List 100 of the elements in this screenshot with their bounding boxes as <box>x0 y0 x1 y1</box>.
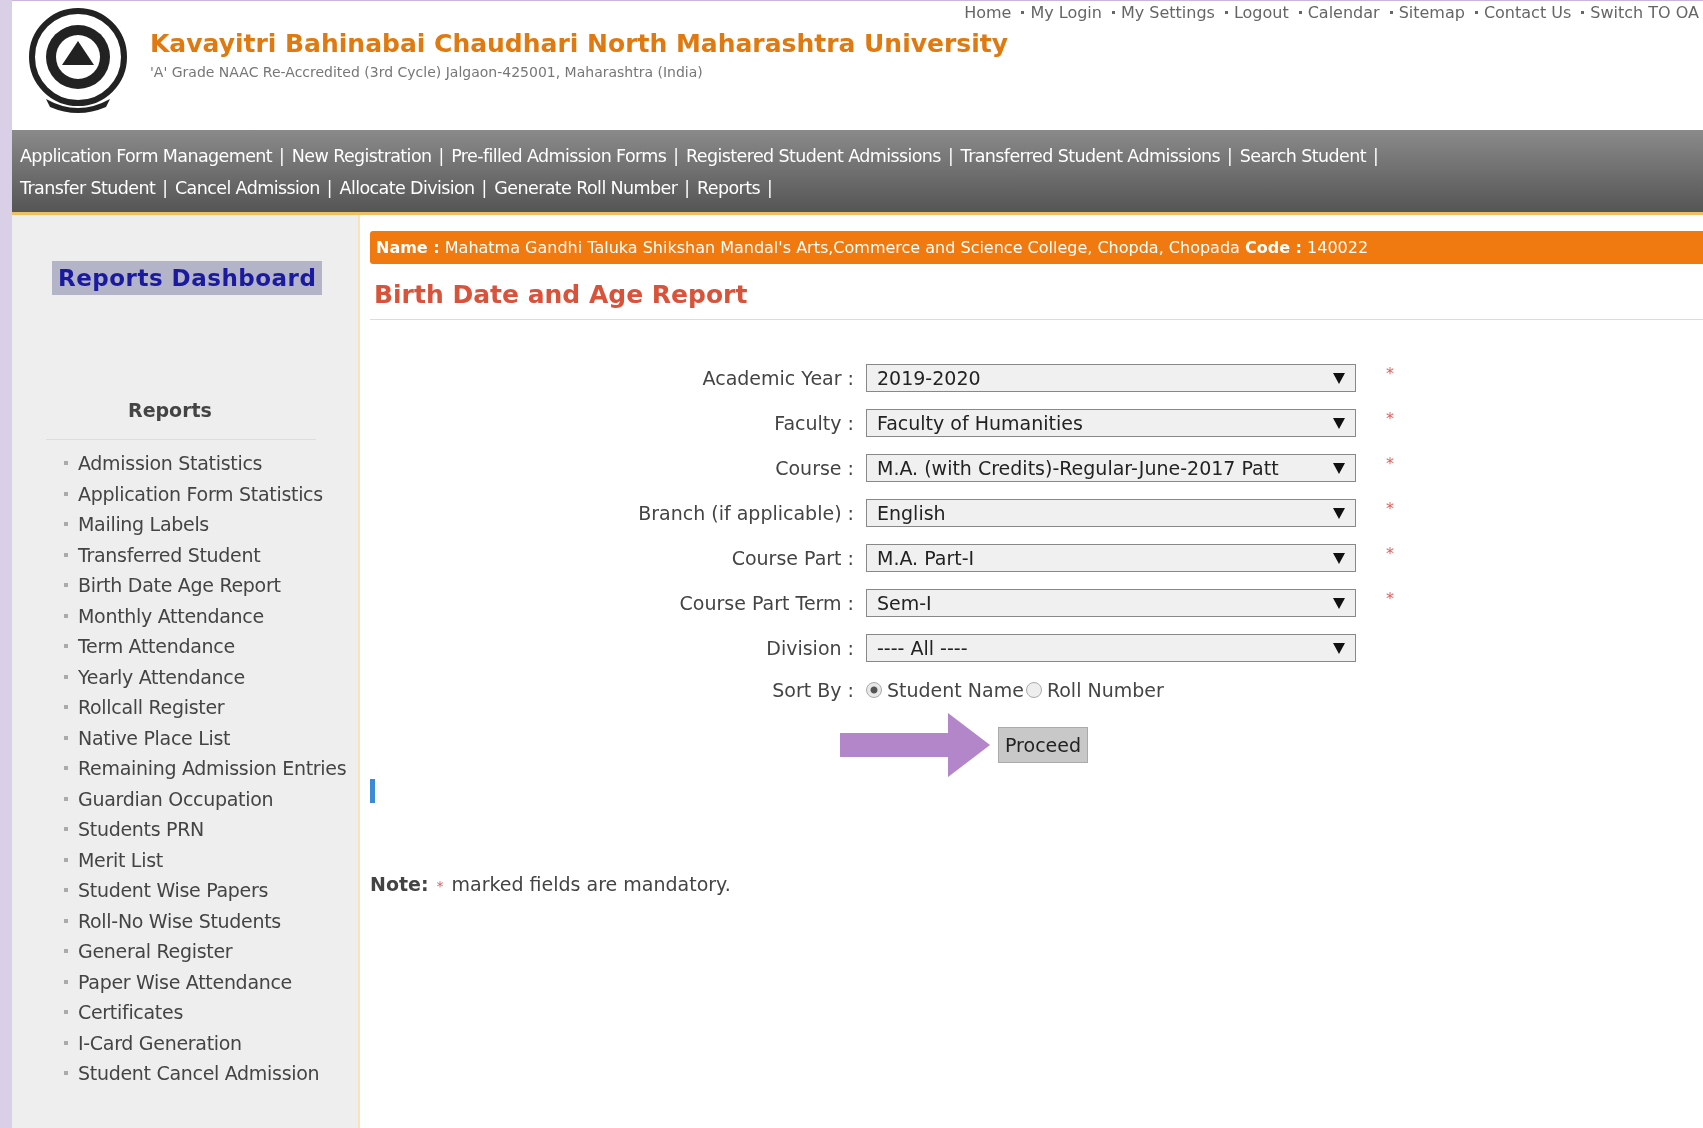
nav-link[interactable]: New Registration <box>291 146 432 166</box>
sidebar-link[interactable]: Remaining Admission Entries <box>48 755 348 781</box>
field-label: Division : <box>765 637 854 659</box>
bullet-icon <box>1581 11 1585 14</box>
required-mark: * <box>1385 589 1395 608</box>
top-link[interactable]: Contact Us <box>1483 3 1572 22</box>
nav-separator: | <box>162 178 168 198</box>
bullet-icon <box>1224 11 1228 14</box>
sidebar-link[interactable]: Monthly Attendance <box>48 602 348 629</box>
sidebar-link[interactable]: Admission Statistics <box>48 450 348 476</box>
required-mark: * <box>1385 499 1395 518</box>
radio-label: Student Name <box>887 679 1024 701</box>
nav-link[interactable]: Registered Student Admissions <box>686 146 941 166</box>
nav-separator: | <box>947 146 954 166</box>
nav-separator: | <box>279 146 285 166</box>
dropdown-field[interactable]: M.A. Part-I <box>866 544 1356 572</box>
nav-separator: | <box>673 146 679 166</box>
dropdown-caret-icon <box>1333 417 1345 429</box>
dropdown-field[interactable]: ---- All ---- <box>866 634 1356 662</box>
nav-link[interactable]: Reports <box>697 178 760 198</box>
bullet-icon <box>1111 11 1115 14</box>
sidebar-link[interactable]: Term Attendance <box>48 633 348 659</box>
sidebar-link[interactable]: Rollcall Register <box>48 694 348 720</box>
nav-link[interactable]: Allocate Division <box>339 178 475 198</box>
sidebar-link[interactable]: Birth Date Age Report <box>48 572 348 598</box>
sidebar-link[interactable]: Paper Wise Attendance <box>48 968 348 995</box>
radio-button[interactable] <box>1025 682 1042 698</box>
top-link[interactable]: Sitemap <box>1398 3 1465 22</box>
nav-link[interactable]: Transfer Student <box>20 178 156 198</box>
nav-link[interactable]: Search Student <box>1239 146 1366 166</box>
sidebar-link[interactable]: I-Card Generation <box>48 1029 348 1056</box>
nav-separator: | <box>481 178 488 198</box>
top-link[interactable]: Logout <box>1233 3 1289 22</box>
university-subtitle: 'A' Grade NAAC Re-Accredited (3rd Cycle) Jalgaon-425001, Maharashtra (India) <box>150 64 704 80</box>
radio-button[interactable] <box>866 682 882 698</box>
nav-link[interactable]: Transferred Student Admissions <box>960 146 1221 166</box>
nav-separator: | <box>438 146 445 166</box>
sidebar-link[interactable]: Students PRN <box>48 816 348 842</box>
university-name: Kavayitri Bahinabai Chaudhari North Maharashtra University <box>150 29 1008 58</box>
nav-link[interactable]: Generate Roll Number <box>494 178 678 198</box>
proceed-button[interactable]: Proceed <box>998 727 1089 763</box>
dropdown-field[interactable]: English <box>866 499 1356 527</box>
arrow-icon <box>840 713 990 777</box>
top-link[interactable]: Switch TO OA <box>1590 3 1699 22</box>
sidebar-link[interactable]: Transferred Student <box>48 541 348 568</box>
top-link[interactable]: Home <box>964 3 1012 22</box>
note-text: marked fields are mandatory. <box>451 873 731 895</box>
sidebar-link[interactable]: Yearly Attendance <box>48 663 348 690</box>
required-mark: * <box>1385 454 1395 473</box>
sidebar-link[interactable]: Student Cancel Admission <box>48 1060 348 1086</box>
required-mark: * <box>436 878 444 894</box>
college-info-bar: Name : Mahatma Gandhi Taluka Shikshan Mandal's Arts,Commerce and Science College, Chopda, Chopada Code : 140022 <box>370 231 1703 264</box>
dropdown-caret-icon <box>1333 597 1345 609</box>
bullet-icon <box>1298 11 1302 14</box>
sidebar-link[interactable]: Mailing Labels <box>48 511 348 537</box>
sidebar-link[interactable]: Merit List <box>48 846 348 873</box>
nav-separator: | <box>767 178 773 198</box>
dropdown-caret-icon <box>1333 507 1345 519</box>
field-label: Course Part : <box>730 547 854 569</box>
accent-bar <box>370 779 375 803</box>
field-label: Course : <box>774 457 854 479</box>
bullet-icon <box>1474 11 1478 14</box>
dropdown-caret-icon <box>1333 462 1345 474</box>
sidebar-link[interactable]: Certificates <box>48 999 348 1025</box>
dropdown-field[interactable]: 2019-2020 <box>866 364 1356 392</box>
sidebar-heading: Reports <box>128 399 212 421</box>
radio-label: Roll Number <box>1046 679 1164 701</box>
required-mark: * <box>1385 544 1395 563</box>
dropdown-caret-icon <box>1333 552 1345 564</box>
nav-link[interactable]: Cancel Admission <box>174 178 320 198</box>
nav-link[interactable]: Application Form Management <box>20 146 273 166</box>
sidebar-link[interactable]: Student Wise Papers <box>48 877 348 903</box>
dropdown-field[interactable]: Faculty of Humanities <box>866 409 1356 437</box>
nav-separator: | <box>326 178 333 198</box>
top-link[interactable]: Calendar <box>1307 3 1380 22</box>
note-label: Note: <box>370 873 429 895</box>
top-link[interactable]: My Settings <box>1120 3 1215 22</box>
sidebar-link[interactable]: Guardian Occupation <box>48 785 348 812</box>
nav-separator: | <box>1373 146 1379 166</box>
required-mark: * <box>1385 364 1395 383</box>
sidebar-link[interactable]: Native Place List <box>48 724 348 751</box>
sidebar-link[interactable]: Application Form Statistics <box>48 480 348 507</box>
field-label: Faculty : <box>773 412 854 434</box>
nav-separator: | <box>684 178 691 198</box>
dropdown-field[interactable]: M.A. (with Credits)-Regular-June-2017 Patt <box>866 454 1356 482</box>
sidebar-link[interactable]: Roll-No Wise Students <box>48 907 348 934</box>
bullet-icon <box>1021 11 1025 14</box>
field-label: Sort By : <box>771 679 854 701</box>
dropdown-field[interactable]: Sem-I <box>866 589 1356 617</box>
dropdown-caret-icon <box>1333 642 1345 654</box>
sidebar-link[interactable]: General Register <box>48 938 348 964</box>
bullet-icon <box>1389 11 1393 14</box>
field-label: Course Part Term : <box>678 592 854 614</box>
nav-link[interactable]: Pre-filled Admission Forms <box>451 146 667 166</box>
field-label: Branch (if applicable) : <box>637 502 854 524</box>
nav-separator: | <box>1227 146 1233 166</box>
top-link[interactable]: My Login <box>1030 3 1102 22</box>
reports-dashboard-button[interactable]: Reports Dashboard <box>52 261 323 295</box>
required-mark: * <box>1385 409 1395 428</box>
page-title: Birth Date and Age Report <box>370 264 1703 320</box>
